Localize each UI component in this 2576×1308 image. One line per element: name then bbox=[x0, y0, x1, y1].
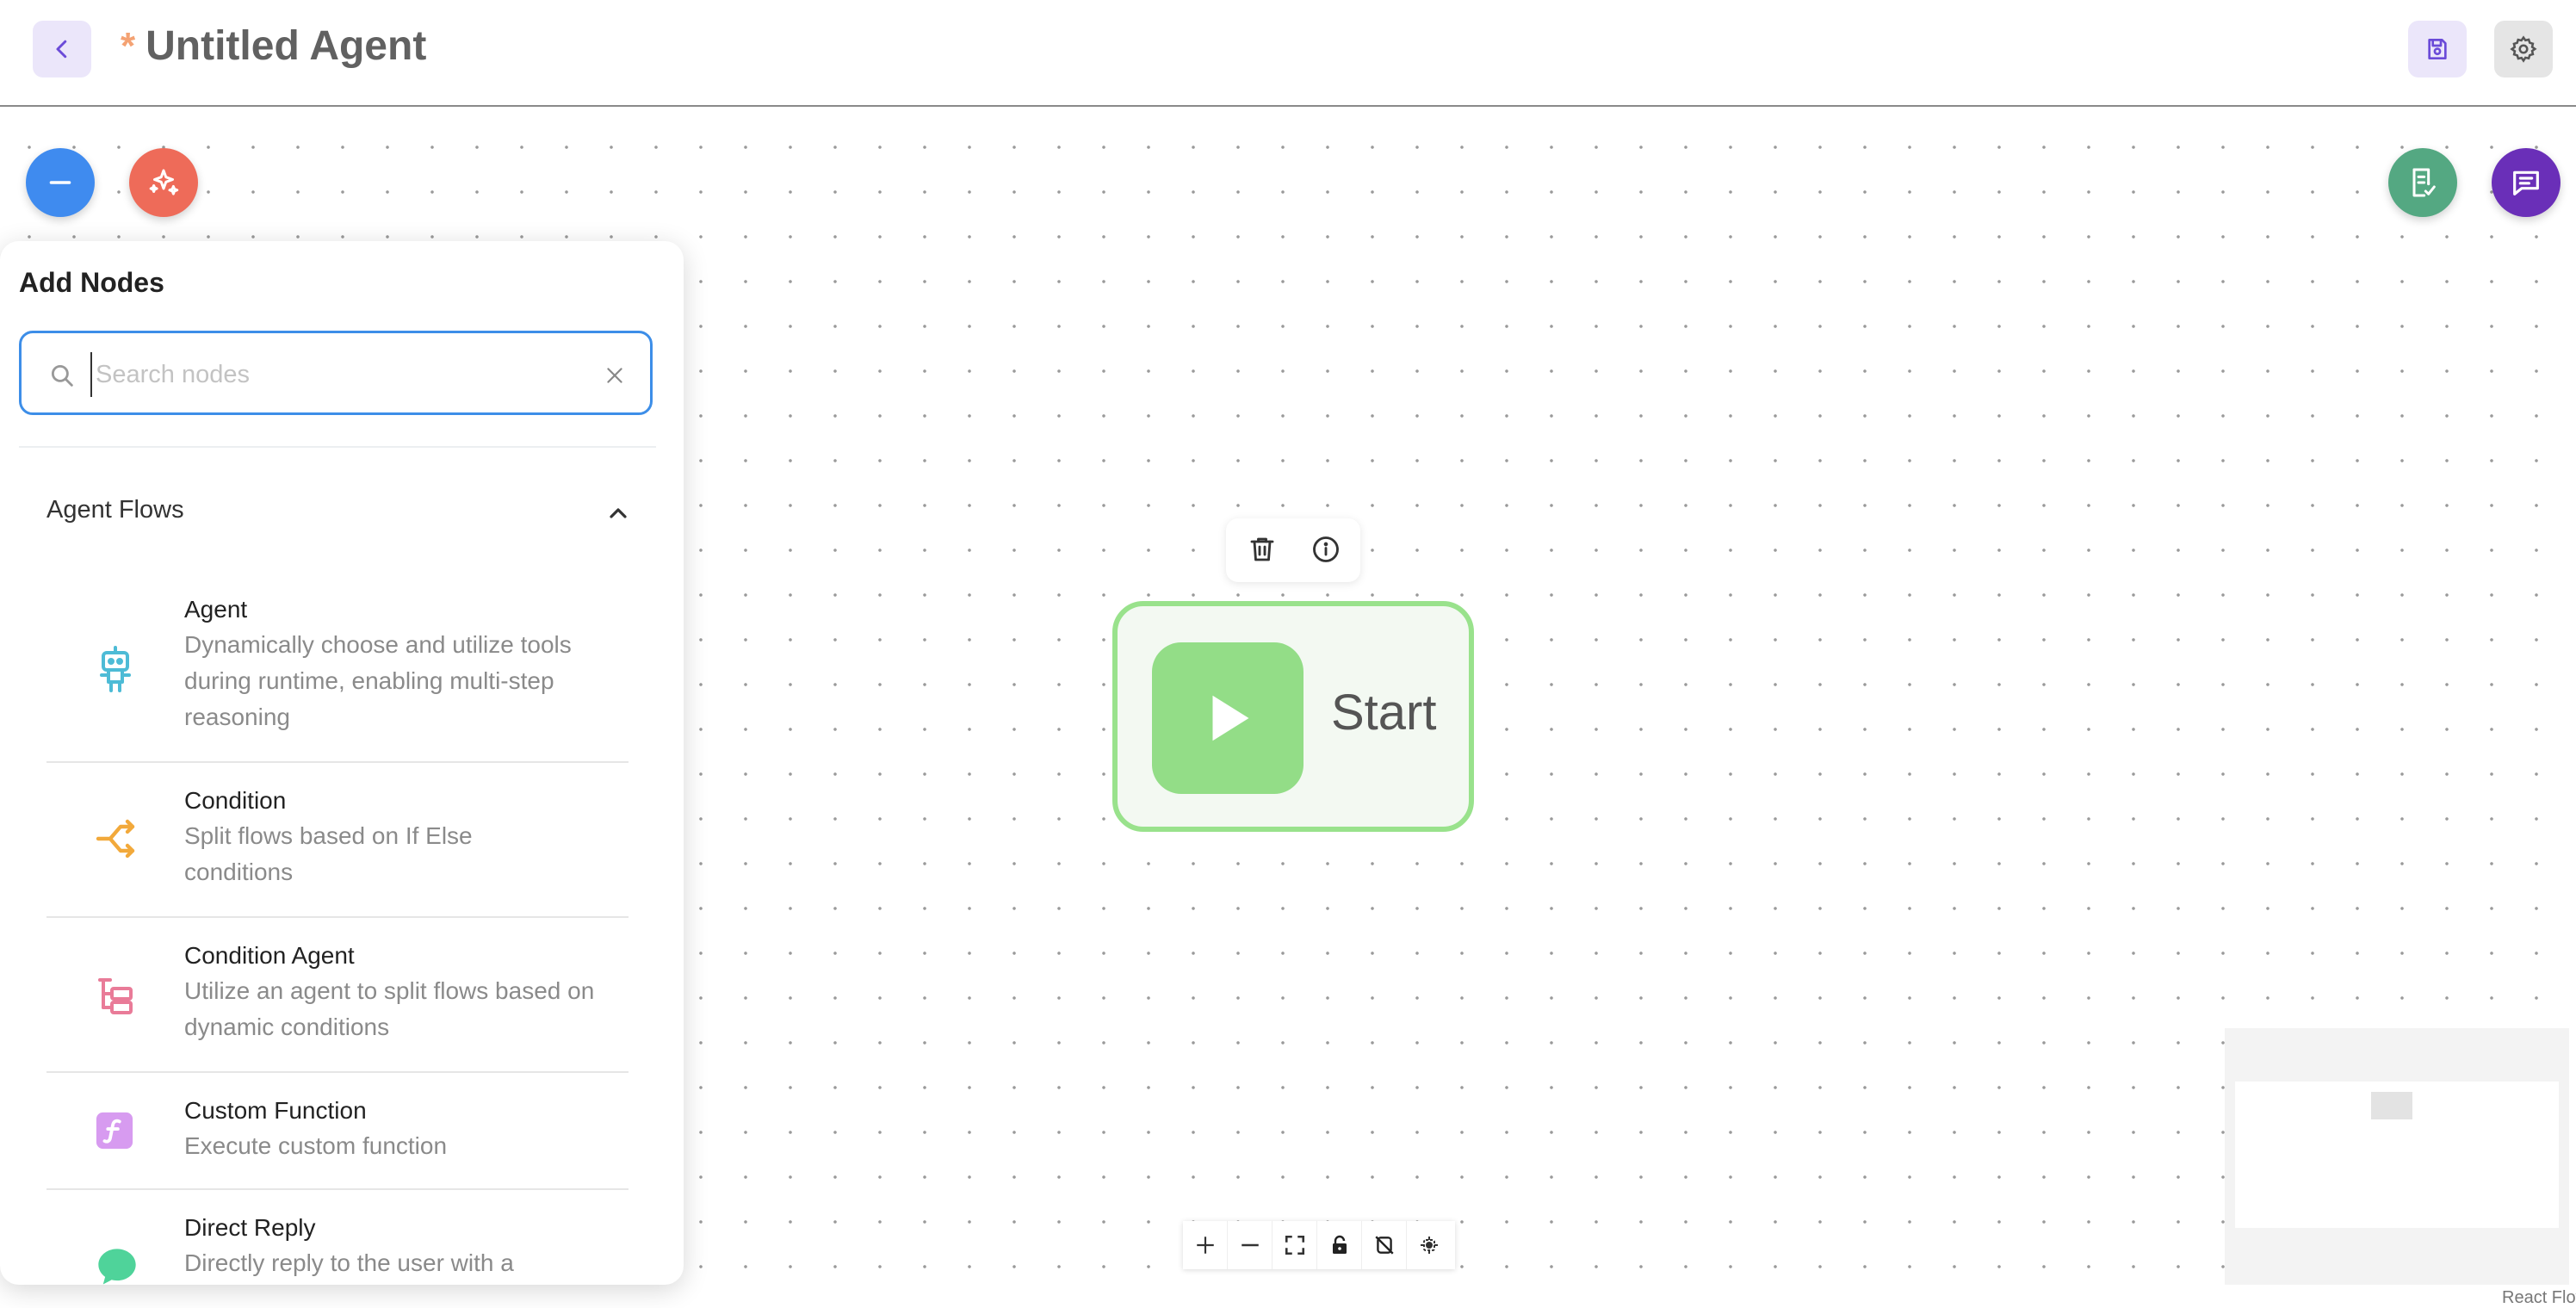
node-item-agent[interactable]: Agent Dynamically choose and utilize too… bbox=[46, 594, 629, 742]
checklist-icon bbox=[2412, 168, 2436, 197]
start-node-label: Start bbox=[1331, 685, 1437, 741]
robot-icon bbox=[100, 646, 131, 692]
function-icon bbox=[96, 1112, 133, 1150]
node-item-description: Split flows based on If Else conditions bbox=[184, 822, 473, 885]
play-icon bbox=[1212, 695, 1249, 741]
chat-button[interactable] bbox=[2492, 148, 2561, 217]
node-item-description: Execute custom function bbox=[184, 1132, 448, 1159]
header-bar: * Untitled Agent bbox=[0, 0, 2576, 107]
hide-icon bbox=[1374, 1236, 1394, 1255]
page-title: * Untitled Agent bbox=[121, 22, 426, 70]
divider bbox=[46, 761, 629, 763]
node-item-name: Condition bbox=[184, 787, 287, 814]
lock-button[interactable] bbox=[1317, 1221, 1362, 1269]
chevron-up-icon bbox=[610, 508, 627, 518]
node-item-name: Custom Function bbox=[184, 1097, 367, 1124]
node-item-direct-reply[interactable]: Direct Reply Directly reply to the user … bbox=[46, 1214, 629, 1285]
message-bubble-icon bbox=[98, 1249, 136, 1285]
start-node-icon bbox=[1152, 642, 1303, 794]
unsaved-marker: * bbox=[121, 24, 136, 67]
search-input[interactable] bbox=[90, 352, 579, 397]
divider bbox=[46, 1071, 629, 1073]
save-button[interactable] bbox=[2408, 21, 2467, 77]
node-item-description: Directly reply to the user with a bbox=[184, 1249, 514, 1276]
flow-title[interactable]: Untitled Agent bbox=[146, 22, 426, 70]
divider bbox=[46, 916, 629, 918]
zoom-in-icon bbox=[1196, 1237, 1214, 1254]
section-agent-flows[interactable]: Agent Flows bbox=[46, 491, 632, 534]
ai-generate-button[interactable] bbox=[129, 148, 198, 217]
zoom-in-button[interactable] bbox=[1183, 1221, 1228, 1269]
node-toolbar bbox=[1226, 518, 1360, 582]
node-item-name: Direct Reply bbox=[184, 1214, 316, 1241]
chat-icon bbox=[2513, 170, 2539, 195]
collapse-panel-button[interactable] bbox=[26, 148, 95, 217]
zoom-out-icon bbox=[1241, 1243, 1259, 1247]
node-item-condition-agent[interactable]: Condition Agent Utilize an agent to spli… bbox=[46, 942, 629, 1045]
fit-view-icon bbox=[1285, 1235, 1304, 1255]
add-nodes-panel: Add Nodes Agent Flows Agent Dynamically … bbox=[0, 241, 684, 1285]
minus-icon bbox=[49, 181, 71, 184]
focus-icon bbox=[1421, 1237, 1438, 1254]
canvas-controls bbox=[1183, 1221, 1455, 1269]
panel-title: Add Nodes bbox=[19, 267, 164, 298]
split-arrow-icon bbox=[96, 819, 135, 859]
trash-icon[interactable] bbox=[1247, 534, 1278, 565]
settings-button[interactable] bbox=[2494, 21, 2553, 77]
lock-icon bbox=[1332, 1235, 1347, 1254]
zoom-out-button[interactable] bbox=[1228, 1221, 1273, 1269]
node-item-description: Utilize an agent to split flows based on… bbox=[184, 977, 595, 1040]
validate-button[interactable] bbox=[2388, 148, 2457, 217]
node-item-name: Agent bbox=[184, 596, 248, 623]
minimap-node bbox=[2371, 1092, 2412, 1119]
divider bbox=[46, 1188, 629, 1190]
node-item-condition[interactable]: Condition Split flows based on If Else c… bbox=[46, 787, 629, 890]
attribution-link[interactable]: React Flow bbox=[2499, 1288, 2576, 1308]
node-item-name: Condition Agent bbox=[184, 942, 355, 969]
info-icon[interactable] bbox=[1310, 534, 1341, 565]
clear-icon[interactable] bbox=[604, 364, 626, 387]
focus-button[interactable] bbox=[1407, 1221, 1452, 1269]
back-button[interactable] bbox=[33, 21, 91, 77]
save-icon bbox=[2428, 39, 2447, 59]
divider bbox=[19, 446, 656, 448]
search-icon bbox=[51, 364, 73, 387]
section-title: Agent Flows bbox=[46, 496, 184, 524]
hide-minimap-button[interactable] bbox=[1362, 1221, 1407, 1269]
search-box[interactable] bbox=[19, 331, 653, 415]
tree-structure-icon bbox=[98, 978, 133, 1014]
fit-view-button[interactable] bbox=[1273, 1221, 1317, 1269]
chevron-left-icon bbox=[56, 40, 67, 59]
node-item-description: Dynamically choose and utilize tools dur… bbox=[184, 631, 572, 730]
gear-icon bbox=[2510, 35, 2537, 63]
start-node[interactable]: Start bbox=[1112, 601, 1474, 832]
minimap[interactable] bbox=[2225, 1028, 2569, 1285]
sparkles-icon bbox=[149, 169, 179, 195]
node-item-custom-function[interactable]: Custom Function Execute custom function bbox=[46, 1097, 629, 1166]
